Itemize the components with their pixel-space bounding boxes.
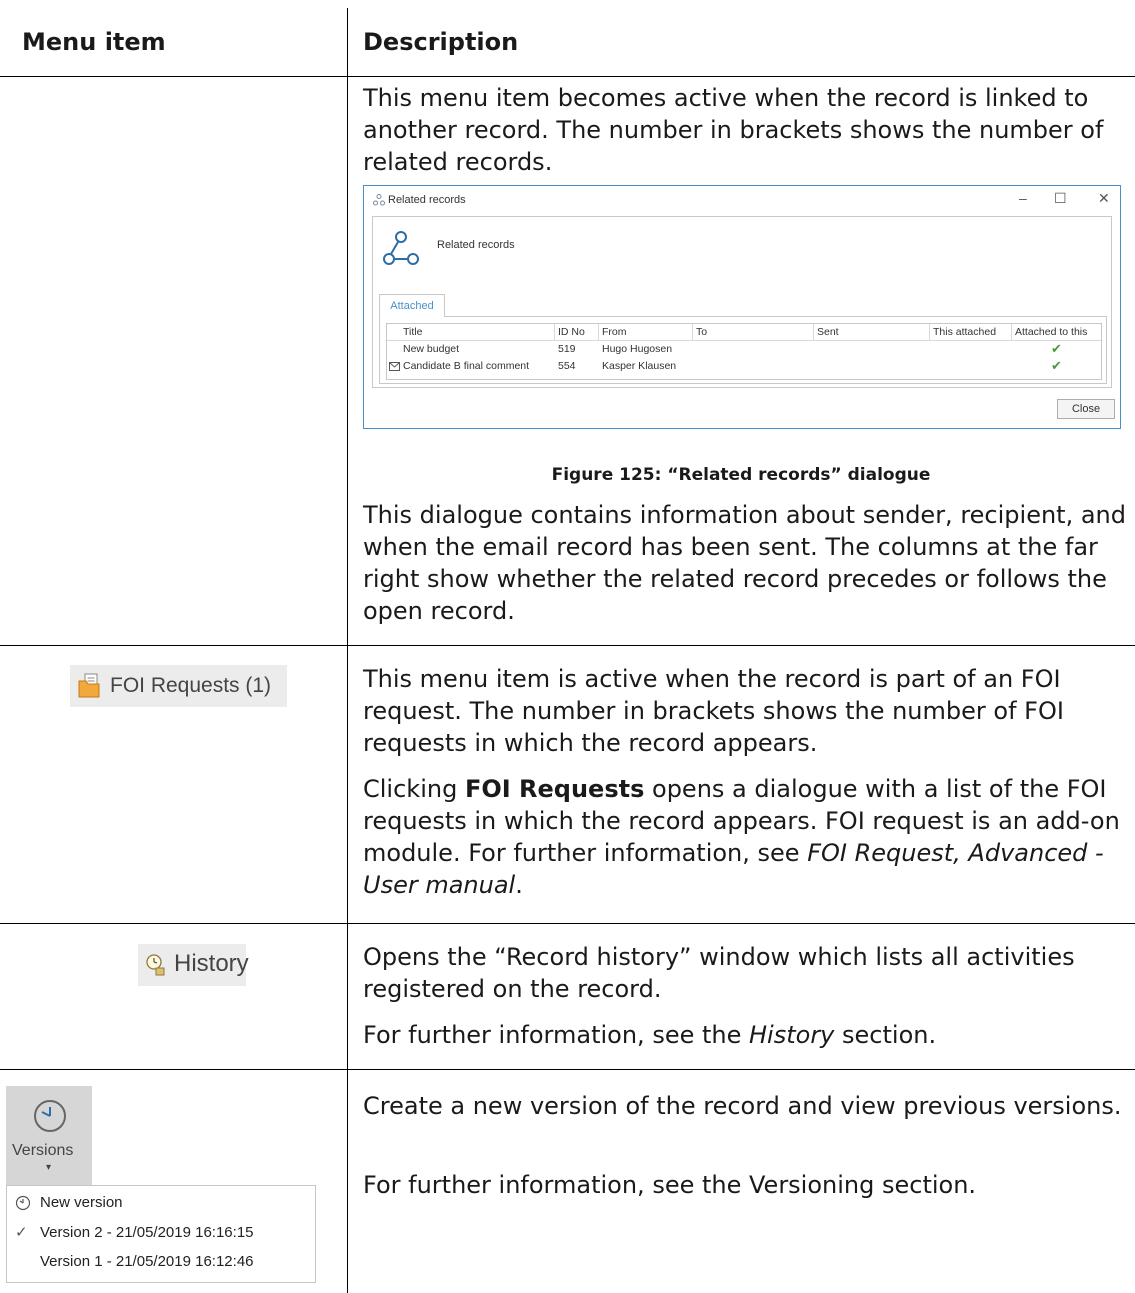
foi-requests-label: FOI Requests (1) <box>110 674 272 697</box>
grid-col-this-attached[interactable]: This attached <box>933 324 996 340</box>
text: Clicking <box>363 775 465 803</box>
table-row[interactable]: Candidate B final comment 554 Kasper Kla… <box>387 358 1101 375</box>
window-close-button[interactable]: ✕ <box>1098 190 1110 207</box>
versions-button[interactable]: Versions ▾ <box>6 1086 92 1186</box>
grid-col-divider <box>598 324 599 340</box>
grid-col-to[interactable]: To <box>696 324 707 340</box>
figure-caption: Figure 125: “Related records” dialogue <box>551 465 931 485</box>
related-records-icon <box>383 231 419 265</box>
versions-reference: For further information, see the Version… <box>363 1171 977 1199</box>
dialog-header-label: Related records <box>437 239 515 251</box>
menu-item-label: Version 2 - 21/05/2019 16:16:15 <box>40 1224 254 1241</box>
column-divider <box>347 8 348 1293</box>
grid-header: Title ID No From To Sent This attached A… <box>387 324 1101 341</box>
folder-document-icon <box>78 673 100 698</box>
history-description: Opens the “Record history” window which … <box>363 943 1075 1003</box>
versions-label: Versions <box>12 1142 74 1159</box>
grid-col-divider <box>554 324 555 340</box>
row-rule <box>0 1069 1135 1070</box>
history-button[interactable]: History <box>138 944 249 986</box>
text: For further information, see the <box>363 1021 749 1049</box>
related-dialog-description: This dialogue contains information about… <box>363 501 1126 625</box>
foi-description: This menu item is active when the record… <box>363 665 1064 757</box>
check-icon: ✓ <box>15 1224 28 1241</box>
grid-col-title[interactable]: Title <box>403 324 422 340</box>
grid-col-sent[interactable]: Sent <box>817 324 839 340</box>
grid-col-attached-to-this[interactable]: Attached to this <box>1015 324 1087 340</box>
row-rule <box>0 645 1135 646</box>
menu-item-version-2[interactable]: ✓ Version 2 - 21/05/2019 16:16:15 <box>7 1219 315 1247</box>
versions-description: Create a new version of the record and v… <box>363 1092 1122 1120</box>
envelope-icon <box>389 362 400 371</box>
column-header-description: Description <box>363 28 519 56</box>
row-title: Candidate B final comment <box>403 360 530 372</box>
foi-requests-button[interactable]: FOI Requests (1) <box>70 665 287 707</box>
history-label: History <box>174 950 249 977</box>
row-id: 554 <box>558 360 576 372</box>
row-title: New budget <box>403 343 460 355</box>
minimize-button[interactable]: – <box>1019 190 1027 206</box>
grid-col-id[interactable]: ID No <box>558 324 585 340</box>
tab-attached[interactable]: Attached <box>379 294 445 317</box>
menu-item-version-1[interactable]: Version 1 - 21/05/2019 16:12:46 <box>7 1248 315 1276</box>
dialog-title: Related records <box>388 194 466 206</box>
foi-dialog-description: Clicking FOI Requests opens a dialogue w… <box>363 773 1128 901</box>
close-button[interactable]: Close <box>1057 399 1115 419</box>
maximize-button[interactable]: ☐ <box>1054 190 1067 207</box>
grid-col-from[interactable]: From <box>602 324 627 340</box>
foi-requests-emphasis: FOI Requests <box>464 775 645 803</box>
history-reference: For further information, see the History… <box>363 1019 1128 1051</box>
related-records-dialog: Related records – ☐ ✕ Related records At… <box>363 185 1121 429</box>
row-from: Kasper Klausen <box>602 360 677 372</box>
grid-col-divider <box>1011 324 1012 340</box>
column-header-menu-item: Menu item <box>22 28 166 56</box>
text: . <box>515 871 523 899</box>
clock-icon <box>15 1195 31 1211</box>
attached-panel: Title ID No From To Sent This attached A… <box>379 316 1107 384</box>
menu-item-new-version[interactable]: New version <box>7 1189 315 1217</box>
text: section. <box>834 1021 937 1049</box>
row-attached-check-icon: ✔ <box>1051 341 1062 356</box>
related-description: This menu item becomes active when the r… <box>363 84 1104 176</box>
menu-item-label: Version 1 - 21/05/2019 16:12:46 <box>40 1253 254 1270</box>
grid-col-divider <box>929 324 930 340</box>
history-section-reference: History <box>749 1021 835 1049</box>
dialog-content: Related records Attached Title ID No Fro… <box>372 216 1112 388</box>
table-row[interactable]: New budget 519 Hugo Hugosen ✔ <box>387 341 1101 358</box>
chevron-down-icon: ▾ <box>46 1162 52 1173</box>
row-from: Hugo Hugosen <box>602 343 673 355</box>
row-attached-check-icon: ✔ <box>1051 358 1062 373</box>
row-rule <box>0 923 1135 924</box>
header-rule <box>0 76 1135 77</box>
clock-icon <box>34 1100 66 1132</box>
history-icon <box>146 954 165 976</box>
related-records-small-icon <box>373 194 385 206</box>
grid-col-divider <box>692 324 693 340</box>
menu-item-label: New version <box>40 1194 123 1211</box>
related-records-grid: Title ID No From To Sent This attached A… <box>386 323 1102 380</box>
grid-col-divider <box>813 324 814 340</box>
versions-menu: New version ✓ Version 2 - 21/05/2019 16:… <box>6 1185 316 1283</box>
row-id: 519 <box>558 343 576 355</box>
